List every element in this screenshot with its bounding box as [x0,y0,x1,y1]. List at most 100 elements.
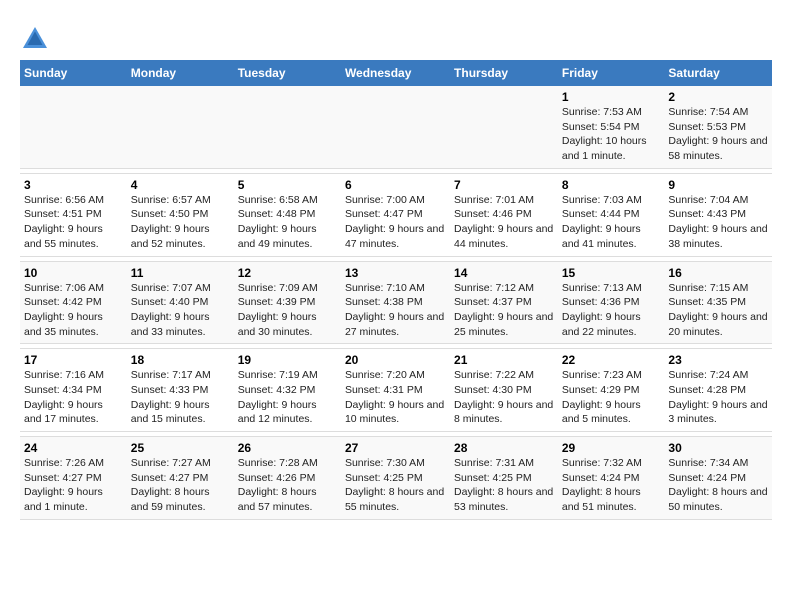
day-number: 1 [562,90,661,104]
col-header-tuesday: Tuesday [234,60,341,86]
day-number: 26 [238,441,337,455]
cell-week5-day3: 26Sunrise: 7:28 AM Sunset: 4:26 PM Dayli… [234,437,341,520]
week-row-2: 3Sunrise: 6:56 AM Sunset: 4:51 PM Daylig… [20,173,772,256]
cell-week5-day5: 28Sunrise: 7:31 AM Sunset: 4:25 PM Dayli… [450,437,558,520]
cell-week5-day4: 27Sunrise: 7:30 AM Sunset: 4:25 PM Dayli… [341,437,450,520]
day-info: Sunrise: 7:19 AM Sunset: 4:32 PM Dayligh… [238,368,337,427]
col-header-sunday: Sunday [20,60,127,86]
day-number: 8 [562,178,661,192]
day-info: Sunrise: 6:57 AM Sunset: 4:50 PM Dayligh… [131,193,230,252]
cell-week2-day3: 5Sunrise: 6:58 AM Sunset: 4:48 PM Daylig… [234,173,341,256]
logo [20,24,54,54]
cell-week5-day6: 29Sunrise: 7:32 AM Sunset: 4:24 PM Dayli… [558,437,665,520]
cell-week2-day7: 9Sunrise: 7:04 AM Sunset: 4:43 PM Daylig… [664,173,772,256]
week-row-3: 10Sunrise: 7:06 AM Sunset: 4:42 PM Dayli… [20,261,772,344]
day-info: Sunrise: 7:20 AM Sunset: 4:31 PM Dayligh… [345,368,446,427]
cell-week5-day7: 30Sunrise: 7:34 AM Sunset: 4:24 PM Dayli… [664,437,772,520]
cell-week2-day5: 7Sunrise: 7:01 AM Sunset: 4:46 PM Daylig… [450,173,558,256]
cell-week3-day4: 13Sunrise: 7:10 AM Sunset: 4:38 PM Dayli… [341,261,450,344]
cell-week3-day3: 12Sunrise: 7:09 AM Sunset: 4:39 PM Dayli… [234,261,341,344]
cell-week3-day2: 11Sunrise: 7:07 AM Sunset: 4:40 PM Dayli… [127,261,234,344]
cell-week3-day7: 16Sunrise: 7:15 AM Sunset: 4:35 PM Dayli… [664,261,772,344]
col-header-thursday: Thursday [450,60,558,86]
day-number: 22 [562,353,661,367]
day-number: 11 [131,266,230,280]
day-number: 25 [131,441,230,455]
day-info: Sunrise: 7:34 AM Sunset: 4:24 PM Dayligh… [668,456,768,515]
cell-week1-day7: 2Sunrise: 7:54 AM Sunset: 5:53 PM Daylig… [664,86,772,168]
day-info: Sunrise: 7:15 AM Sunset: 4:35 PM Dayligh… [668,281,768,340]
day-info: Sunrise: 6:56 AM Sunset: 4:51 PM Dayligh… [24,193,123,252]
day-info: Sunrise: 7:03 AM Sunset: 4:44 PM Dayligh… [562,193,661,252]
cell-week5-day2: 25Sunrise: 7:27 AM Sunset: 4:27 PM Dayli… [127,437,234,520]
day-number: 6 [345,178,446,192]
day-number: 2 [668,90,768,104]
day-info: Sunrise: 7:31 AM Sunset: 4:25 PM Dayligh… [454,456,554,515]
day-number: 13 [345,266,446,280]
day-number: 15 [562,266,661,280]
day-info: Sunrise: 7:10 AM Sunset: 4:38 PM Dayligh… [345,281,446,340]
header [20,20,772,54]
cell-week4-day2: 18Sunrise: 7:17 AM Sunset: 4:33 PM Dayli… [127,349,234,432]
day-number: 18 [131,353,230,367]
day-info: Sunrise: 7:27 AM Sunset: 4:27 PM Dayligh… [131,456,230,515]
header-row: SundayMondayTuesdayWednesdayThursdayFrid… [20,60,772,86]
day-info: Sunrise: 7:13 AM Sunset: 4:36 PM Dayligh… [562,281,661,340]
col-header-friday: Friday [558,60,665,86]
col-header-wednesday: Wednesday [341,60,450,86]
day-info: Sunrise: 7:04 AM Sunset: 4:43 PM Dayligh… [668,193,768,252]
cell-week4-day3: 19Sunrise: 7:19 AM Sunset: 4:32 PM Dayli… [234,349,341,432]
cell-week1-day3 [234,86,341,168]
day-info: Sunrise: 7:26 AM Sunset: 4:27 PM Dayligh… [24,456,123,515]
day-number: 17 [24,353,123,367]
week-row-4: 17Sunrise: 7:16 AM Sunset: 4:34 PM Dayli… [20,349,772,432]
day-number: 12 [238,266,337,280]
day-number: 5 [238,178,337,192]
day-number: 3 [24,178,123,192]
day-number: 19 [238,353,337,367]
col-header-saturday: Saturday [664,60,772,86]
day-info: Sunrise: 7:17 AM Sunset: 4:33 PM Dayligh… [131,368,230,427]
day-number: 20 [345,353,446,367]
cell-week4-day5: 21Sunrise: 7:22 AM Sunset: 4:30 PM Dayli… [450,349,558,432]
day-info: Sunrise: 7:54 AM Sunset: 5:53 PM Dayligh… [668,105,768,164]
day-number: 21 [454,353,554,367]
day-info: Sunrise: 7:06 AM Sunset: 4:42 PM Dayligh… [24,281,123,340]
calendar-table: SundayMondayTuesdayWednesdayThursdayFrid… [20,60,772,520]
day-info: Sunrise: 7:22 AM Sunset: 4:30 PM Dayligh… [454,368,554,427]
cell-week1-day4 [341,86,450,168]
cell-week4-day4: 20Sunrise: 7:20 AM Sunset: 4:31 PM Dayli… [341,349,450,432]
cell-week5-day1: 24Sunrise: 7:26 AM Sunset: 4:27 PM Dayli… [20,437,127,520]
cell-week3-day6: 15Sunrise: 7:13 AM Sunset: 4:36 PM Dayli… [558,261,665,344]
logo-icon [20,24,50,54]
day-info: Sunrise: 7:16 AM Sunset: 4:34 PM Dayligh… [24,368,123,427]
day-number: 14 [454,266,554,280]
day-info: Sunrise: 7:09 AM Sunset: 4:39 PM Dayligh… [238,281,337,340]
cell-week1-day1 [20,86,127,168]
day-number: 29 [562,441,661,455]
cell-week1-day6: 1Sunrise: 7:53 AM Sunset: 5:54 PM Daylig… [558,86,665,168]
cell-week1-day2 [127,86,234,168]
cell-week2-day6: 8Sunrise: 7:03 AM Sunset: 4:44 PM Daylig… [558,173,665,256]
day-info: Sunrise: 7:32 AM Sunset: 4:24 PM Dayligh… [562,456,661,515]
cell-week4-day7: 23Sunrise: 7:24 AM Sunset: 4:28 PM Dayli… [664,349,772,432]
cell-week4-day6: 22Sunrise: 7:23 AM Sunset: 4:29 PM Dayli… [558,349,665,432]
day-number: 4 [131,178,230,192]
day-info: Sunrise: 7:00 AM Sunset: 4:47 PM Dayligh… [345,193,446,252]
cell-week3-day1: 10Sunrise: 7:06 AM Sunset: 4:42 PM Dayli… [20,261,127,344]
day-number: 9 [668,178,768,192]
day-info: Sunrise: 7:07 AM Sunset: 4:40 PM Dayligh… [131,281,230,340]
day-number: 24 [24,441,123,455]
col-header-monday: Monday [127,60,234,86]
day-number: 23 [668,353,768,367]
cell-week2-day4: 6Sunrise: 7:00 AM Sunset: 4:47 PM Daylig… [341,173,450,256]
day-number: 7 [454,178,554,192]
cell-week1-day5 [450,86,558,168]
day-info: Sunrise: 7:23 AM Sunset: 4:29 PM Dayligh… [562,368,661,427]
day-info: Sunrise: 7:53 AM Sunset: 5:54 PM Dayligh… [562,105,661,164]
day-info: Sunrise: 7:01 AM Sunset: 4:46 PM Dayligh… [454,193,554,252]
cell-week3-day5: 14Sunrise: 7:12 AM Sunset: 4:37 PM Dayli… [450,261,558,344]
cell-week2-day2: 4Sunrise: 6:57 AM Sunset: 4:50 PM Daylig… [127,173,234,256]
day-number: 30 [668,441,768,455]
day-info: Sunrise: 7:28 AM Sunset: 4:26 PM Dayligh… [238,456,337,515]
